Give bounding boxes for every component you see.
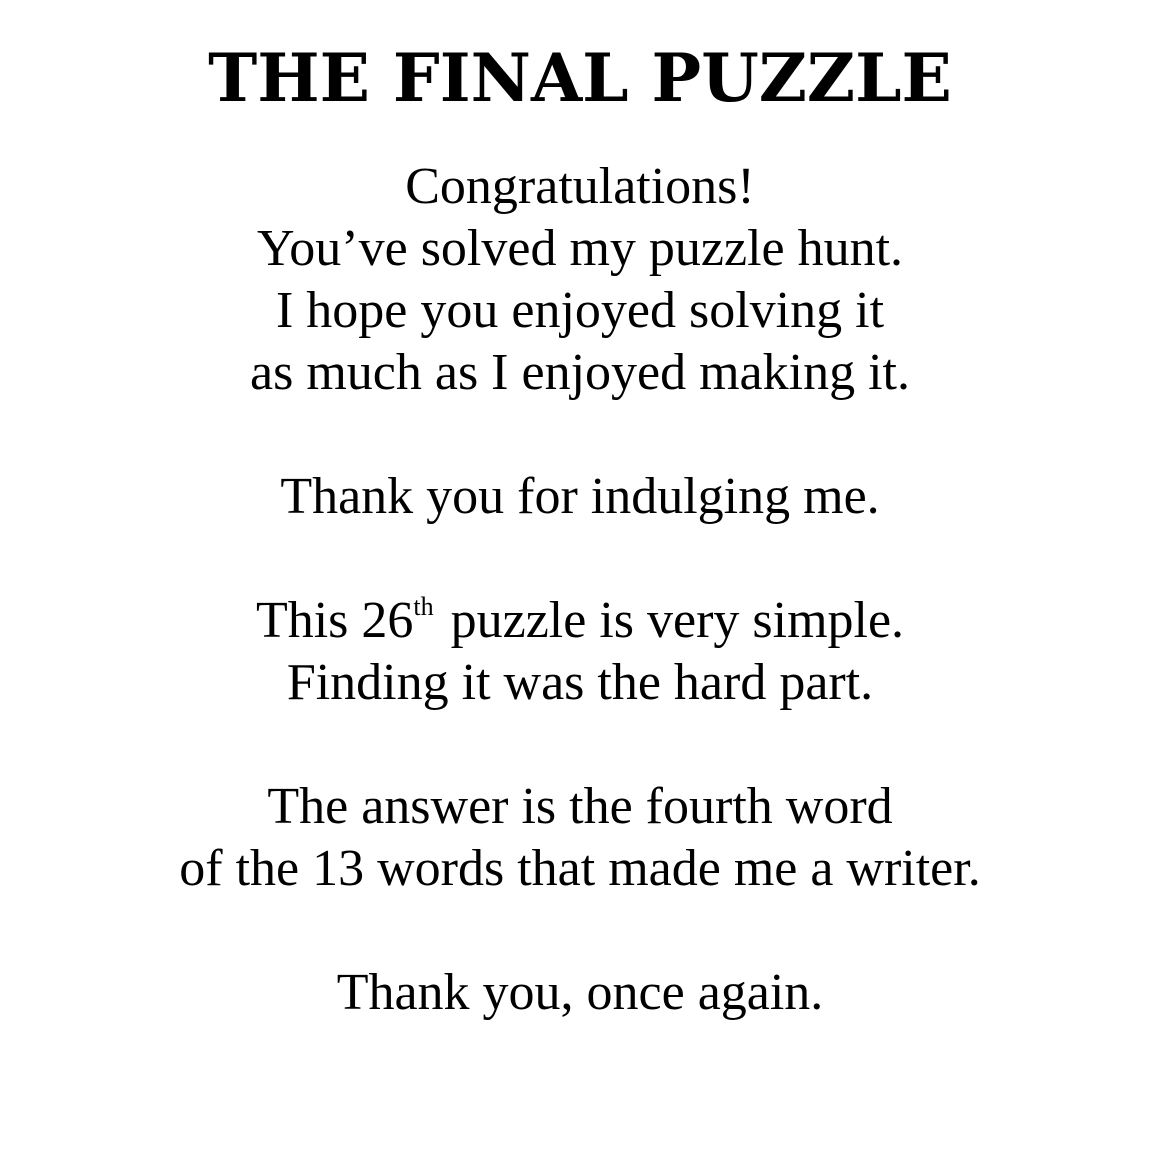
answer-fourth-word-line: The answer is the fourth word	[267, 778, 893, 835]
page-title: THE FINAL PUZZLE	[208, 39, 952, 117]
congratulations-line: Congratulations!	[405, 158, 755, 215]
finding-hard-line: Finding it was the hard part.	[286, 654, 874, 711]
thank-you-again-line: Thank you, once again.	[336, 964, 824, 1021]
solved-hunt-line: You’ve solved my puzzle hunt.	[256, 220, 904, 277]
making-it-line: as much as I enjoyed making it.	[250, 344, 910, 401]
puzzle-message: Congratulations! You’ve solved my puzzle…	[0, 156, 1160, 1024]
hope-enjoyed-line: I hope you enjoyed solving it	[275, 282, 885, 339]
puzzle-simple-text: puzzle is very simple.	[437, 592, 905, 649]
ordinal-suffix: th	[413, 592, 434, 621]
thank-you-indulging-line: Thank you for indulging me.	[280, 468, 880, 525]
puzzle-number-text: This 26	[255, 592, 414, 649]
puzzle-simple-line: This 26th puzzle is very simple.	[0, 590, 1160, 652]
puzzle-page: THE FINAL PUZZLE Congratulations! You’ve…	[0, 0, 1160, 1160]
thirteen-words-line: of the 13 words that made me a writer.	[179, 840, 981, 897]
